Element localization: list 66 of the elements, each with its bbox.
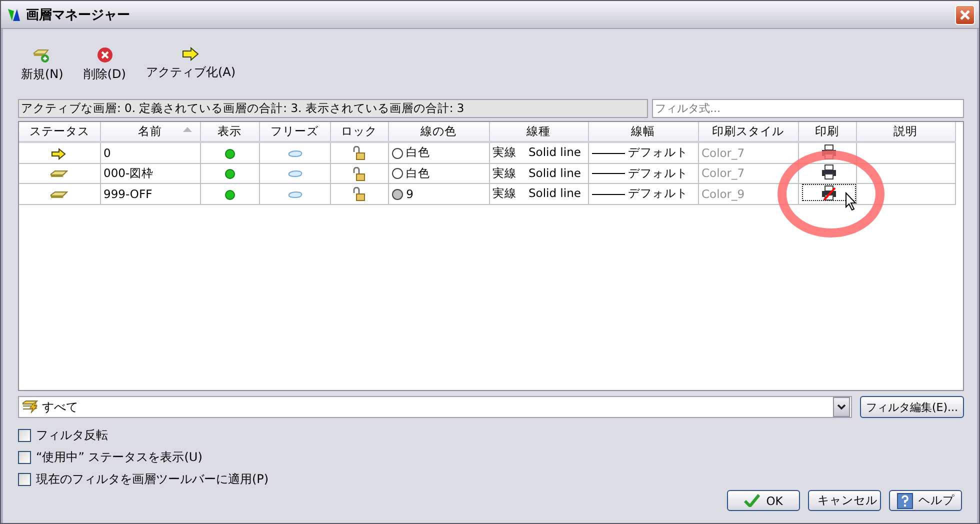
table-cell: 白色	[388, 163, 489, 184]
table-cell: Color_7	[698, 142, 798, 163]
column-header[interactable]: 線幅	[588, 122, 698, 142]
new-layer-icon	[33, 47, 52, 63]
column-header[interactable]: ロック	[330, 122, 388, 142]
column-header[interactable]: 線種	[489, 122, 588, 142]
column-header[interactable]: ステータス	[19, 122, 100, 142]
column-header[interactable]: 表示	[200, 122, 259, 142]
layer-filter-dropdown[interactable]: すべて	[18, 396, 852, 418]
chevron-down-icon	[837, 404, 846, 410]
table-cell: デフォルト	[588, 163, 698, 184]
filter-search-field[interactable]: フィルタ式...	[652, 99, 964, 118]
status-dot[interactable]	[224, 148, 234, 159]
close-button[interactable]	[955, 4, 975, 24]
unlocked-padlock-icon[interactable]	[353, 187, 365, 202]
column-header[interactable]: 印刷	[798, 122, 856, 142]
arrow-icon	[182, 47, 200, 61]
sort-icon	[182, 127, 192, 132]
checkbox-label: 現在のフィルタを画層ツールバーに適用(P)	[36, 470, 269, 488]
close-icon	[959, 8, 971, 20]
column-header[interactable]: 線の色	[388, 122, 489, 142]
table-cell: 実線 Solid line	[489, 184, 588, 204]
column-header[interactable]: 説明	[856, 122, 955, 142]
mouse-pointer-icon	[845, 192, 857, 211]
current-layer-icon	[51, 148, 68, 160]
check-icon	[744, 494, 760, 507]
table-cell: デフォルト	[588, 142, 698, 163]
unlocked-padlock-icon[interactable]	[353, 146, 365, 160]
column-header[interactable]: フリーズ	[259, 122, 330, 142]
checkbox[interactable]	[18, 472, 31, 486]
table-cell: 実線 Solid line	[489, 163, 588, 184]
layer-icon	[50, 190, 68, 199]
delete-icon	[96, 47, 113, 63]
toolbar-button[interactable]: アクティブ化(A)	[142, 47, 239, 91]
unlocked-padlock-icon[interactable]	[353, 166, 365, 181]
checkbox[interactable]	[18, 450, 31, 464]
table-cell: 0	[100, 142, 200, 163]
status-dot[interactable]	[224, 169, 234, 180]
checkbox[interactable]	[18, 428, 31, 442]
layer-summary: アクティブな画層: 0. 定義されている画層の合計: 3. 表示されている画層の合計: 3	[18, 99, 648, 118]
toolbar-button[interactable]: 削除(D)	[80, 47, 129, 91]
table-cell: Color_7	[698, 163, 798, 184]
checkbox-label: “使用中” ステータスを表示(U)	[36, 448, 202, 466]
window-title: 画層マネージャー	[26, 6, 131, 24]
layer-icon	[50, 170, 68, 178]
help-icon	[896, 492, 912, 508]
table-cell: 白色	[388, 142, 489, 163]
printer-icon[interactable]	[820, 164, 836, 180]
table-cell: 実線 Solid line	[489, 142, 588, 163]
app-icon	[7, 6, 21, 22]
dialog-button[interactable]: ヘルプ	[889, 490, 962, 511]
filter-icon	[22, 400, 40, 414]
toolbar-button[interactable]: 新規(N)	[18, 47, 66, 91]
dialog-button[interactable]: キャンセル	[808, 490, 881, 511]
column-header[interactable]: 名前	[100, 122, 200, 142]
checkbox-label: フィルタ反転	[36, 426, 108, 444]
crossed-printer-icon[interactable]	[820, 184, 836, 200]
dialog-button[interactable]: OK	[727, 490, 800, 511]
table-cell: 9	[388, 184, 489, 204]
status-dot[interactable]	[224, 190, 234, 200]
table-cell: Color_9	[698, 184, 798, 204]
table-cell: 999-OFF	[100, 184, 200, 204]
table-cell: 000-図枠	[100, 163, 200, 184]
column-header[interactable]: 印刷スタイル	[698, 122, 798, 142]
filter-edit-button[interactable]: フィルタ編集(E)...	[860, 396, 964, 418]
table-cell: デフォルト	[588, 184, 698, 204]
